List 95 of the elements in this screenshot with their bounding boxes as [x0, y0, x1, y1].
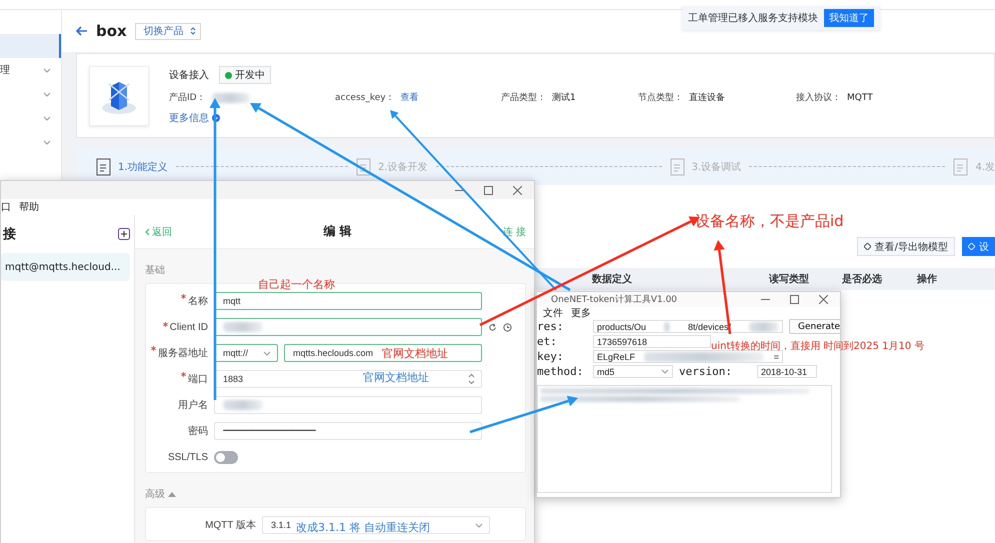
protocol-select[interactable]: mqtt://: [214, 344, 278, 362]
connection-item[interactable]: mqtt@mqtts.hecloud...: [1, 253, 130, 281]
res-label: res:: [537, 320, 564, 333]
up-down-icon: [190, 26, 196, 36]
field-label: 密码: [187, 424, 208, 438]
method-select[interactable]: md5: [593, 365, 673, 378]
view-link[interactable]: 查看: [400, 91, 419, 104]
document-icon: [670, 158, 686, 176]
document-icon: [356, 158, 372, 176]
key-label: key:: [537, 350, 564, 363]
window-title: OneNET-token计算工具V1.00: [551, 294, 678, 306]
add-icon[interactable]: [118, 228, 130, 240]
menu-item[interactable]: 口: [1, 200, 11, 214]
diamond-icon: [968, 243, 975, 250]
field-label: Client ID: [146, 322, 208, 332]
status-badge: 开发中: [219, 66, 271, 84]
et-input[interactable]: 1736597618: [593, 335, 711, 348]
refresh-icon[interactable]: [488, 322, 497, 332]
maximize-icon[interactable]: [790, 295, 799, 304]
field-label: 服务器地址: [146, 346, 208, 360]
blurred-value: [212, 92, 250, 102]
annotation-text: uint转换的时间，直接用 时间到2025 1月10 号: [711, 340, 924, 353]
username-input[interactable]: [214, 396, 482, 414]
field-label: 名称: [146, 294, 208, 308]
required-icon: [181, 294, 186, 299]
sidebar-title: 接: [3, 226, 16, 243]
field-label: access_key：: [335, 92, 395, 104]
annotation-text: 改成3.1.1 将 自动重连关闭: [296, 520, 430, 535]
name-input[interactable]: mqtt: [214, 292, 482, 310]
annotation-text: 官网文档地址: [363, 370, 429, 385]
step[interactable]: 1.功能定义: [96, 158, 168, 176]
version-label: version:: [679, 365, 733, 378]
chevron-left-icon: [145, 228, 150, 236]
key-input[interactable]: ELgReLF =: [593, 350, 783, 363]
document-icon: [953, 158, 970, 176]
clock-icon[interactable]: [503, 322, 512, 332]
menu-item[interactable]: 文件: [543, 306, 563, 320]
annotation-text: 官网文档地址: [382, 346, 448, 361]
field-value: 直连设备: [689, 92, 725, 104]
chevron-icon: [263, 350, 271, 356]
et-label: et:: [537, 335, 558, 348]
generate-button[interactable]: Generate: [789, 319, 840, 334]
annotation-text: 自己起一个名称: [258, 277, 335, 292]
primary-button[interactable]: 设: [962, 237, 995, 256]
triangle-icon: [168, 492, 176, 496]
back-arrow-icon[interactable]: [76, 26, 88, 36]
maximize-icon[interactable]: [484, 186, 493, 194]
spinner-icon[interactable]: [468, 373, 475, 385]
more-info-link[interactable]: 更多信息: [169, 111, 994, 125]
toggle-switch[interactable]: [214, 450, 238, 464]
tooltip-text: 工单管理已移入服务支持模块: [688, 12, 818, 25]
got-it-button[interactable]: 我知道了: [824, 9, 874, 27]
chevron-icon: [43, 116, 51, 120]
column-header: 数据定义: [592, 272, 633, 286]
product-title: box: [96, 22, 127, 40]
edit-title: 编 辑: [323, 223, 352, 240]
section-title: 基础: [144, 264, 166, 278]
column-header: 是否必选: [842, 272, 883, 286]
field-value: MQTT: [847, 92, 873, 102]
column-header: 读写类型: [769, 272, 810, 286]
chevron-icon: [43, 68, 51, 72]
chevron-icon: [43, 92, 51, 96]
chevron-icon: [475, 522, 483, 528]
product-name: 设备接入: [169, 68, 209, 82]
field-label: SSL/TLS: [166, 452, 208, 462]
column-header: 操作: [917, 272, 938, 286]
chevron-icon: [43, 140, 51, 144]
field-value: 测试1: [552, 92, 576, 104]
field-label: 产品类型：: [501, 92, 546, 104]
field-label: 节点类型：: [638, 92, 683, 104]
close-icon[interactable]: [513, 186, 522, 194]
switch-product-button[interactable]: 切换产品: [134, 22, 201, 40]
client-id-input[interactable]: [214, 318, 482, 336]
close-icon[interactable]: [819, 295, 828, 304]
document-icon: [96, 158, 112, 176]
chevron-circle-icon: [212, 114, 220, 122]
chevron-icon: [661, 369, 669, 374]
menu-item[interactable]: 更多: [571, 306, 591, 320]
status-dot: [225, 72, 232, 78]
export-model-button[interactable]: 查看/导出物模型: [856, 237, 955, 256]
method-label: method:: [537, 365, 584, 378]
required-icon: [162, 322, 168, 326]
sidebar-item[interactable]: [0, 34, 61, 58]
field-label: 用户名: [177, 398, 208, 412]
field-label: 产品ID：: [169, 92, 206, 104]
field-label: MQTT 版本: [204, 518, 256, 532]
field-label: 端口: [146, 372, 208, 386]
required-icon: [181, 372, 186, 377]
field-label: 接入协议：: [796, 92, 841, 104]
version-input[interactable]: 2018-10-31: [757, 365, 817, 378]
sidebar-item[interactable]: 理: [0, 58, 61, 82]
required-icon: [151, 346, 156, 351]
menu-item[interactable]: 帮助: [19, 200, 39, 214]
annotation-text: 设备名称，不是产品id: [695, 212, 844, 231]
diamond-icon: [864, 243, 871, 250]
